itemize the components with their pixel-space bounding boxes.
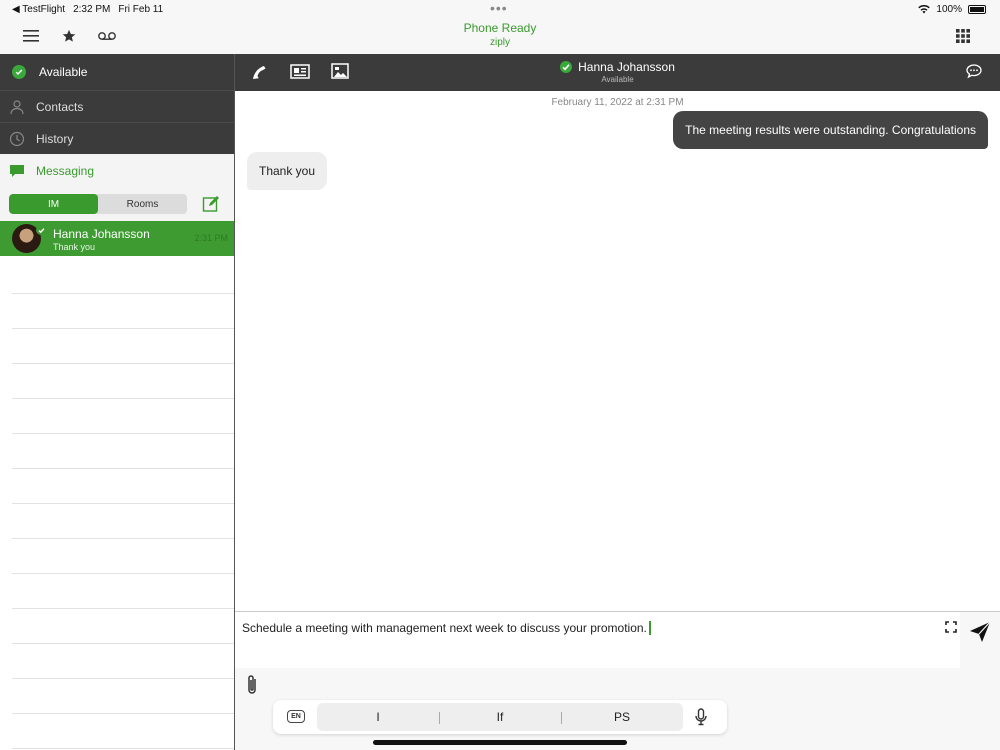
app-status-title: Phone Ready	[463, 21, 537, 35]
status-bar: ◀ TestFlight 2:32 PM Fri Feb 11 ••• 100%	[0, 0, 1000, 18]
conversation-time: 2:31 PM	[194, 233, 228, 243]
wifi-icon	[918, 5, 931, 14]
back-to-app-link[interactable]: ◀ TestFlight	[12, 4, 65, 15]
segment-im[interactable]: IM	[9, 194, 98, 214]
empty-conversation-list	[12, 259, 234, 749]
list-item	[12, 609, 234, 644]
top-bar: Phone Ready ziply	[0, 18, 1000, 54]
peer-online-check-icon	[560, 61, 573, 73]
chat-peer: Hanna Johansson	[235, 60, 1000, 74]
list-item	[12, 574, 234, 609]
presence-check-icon	[12, 65, 26, 79]
suggestion-item[interactable]: I	[317, 710, 439, 724]
suggestion-item[interactable]: If	[439, 710, 561, 724]
list-item	[12, 399, 234, 434]
conversation-item-hanna-johansson[interactable]: Hanna Johansson Thank you 2:31 PM	[0, 221, 234, 256]
message-input[interactable]: Schedule a meeting with management next …	[235, 612, 960, 668]
list-item	[12, 644, 234, 679]
quicktype-bar: EN I If PS	[273, 700, 727, 734]
keyboard-language-icon[interactable]: EN	[287, 710, 305, 723]
microphone-icon[interactable]	[694, 708, 710, 726]
compose-new-message-icon[interactable]	[202, 195, 220, 213]
clock-icon	[8, 130, 26, 148]
chat-transcript: February 11, 2022 at 2:31 PM The meeting…	[235, 91, 1000, 611]
battery-icon	[968, 5, 986, 14]
list-item	[12, 714, 234, 749]
suggestion-item[interactable]: PS	[561, 710, 683, 724]
message-outgoing[interactable]: The meeting results were outstanding. Co…	[673, 111, 988, 149]
chat-header: Hanna Johansson Available	[235, 54, 1000, 91]
list-item	[12, 504, 234, 539]
status-date: Fri Feb 11	[118, 4, 164, 15]
message-input-text: Schedule a meeting with management next …	[242, 621, 647, 635]
nav-item-label: Messaging	[36, 163, 95, 178]
chat-bubble-icon	[8, 162, 26, 180]
multitasking-dots[interactable]: •••	[490, 0, 508, 16]
nav-item-messaging[interactable]: Messaging	[0, 154, 234, 187]
message-composer: Schedule a meeting with management next …	[235, 611, 1000, 750]
nav-item-contacts[interactable]: Contacts	[0, 90, 234, 122]
battery-percent: 100%	[936, 4, 962, 15]
message-date-stamp: February 11, 2022 at 2:31 PM	[551, 97, 684, 108]
person-icon	[8, 98, 26, 116]
chat-peer-status: Available	[601, 75, 634, 84]
list-item	[12, 294, 234, 329]
presence-selector[interactable]: Available	[0, 54, 234, 90]
list-item	[12, 364, 234, 399]
message-incoming[interactable]: Thank you	[247, 152, 328, 190]
chat-options-icon[interactable]	[966, 63, 986, 83]
list-item	[12, 679, 234, 714]
text-cursor	[648, 621, 651, 635]
dialpad-grid-icon[interactable]	[953, 26, 973, 46]
im-rooms-segment-row: IM Rooms	[0, 187, 234, 221]
status-time: 2:32 PM	[73, 4, 111, 15]
quicktype-suggestions: I If PS	[317, 703, 683, 731]
nav-item-label: History	[36, 131, 74, 146]
list-item	[12, 329, 234, 364]
chat-peer-name: Hanna Johansson	[578, 60, 675, 74]
list-item	[12, 539, 234, 574]
left-panel: Available Contacts History Messaging IM …	[0, 54, 235, 750]
paperclip-icon[interactable]	[245, 674, 261, 696]
send-icon[interactable]	[968, 620, 992, 644]
nav-item-label: Contacts	[36, 99, 84, 114]
app-status-subtitle: ziply	[489, 37, 510, 48]
conversation-name: Hanna Johansson	[53, 227, 150, 241]
list-item	[12, 469, 234, 504]
online-check-icon	[36, 225, 46, 235]
im-rooms-segmented-control: IM Rooms	[9, 194, 187, 214]
list-item	[12, 434, 234, 469]
home-indicator[interactable]	[373, 740, 627, 745]
presence-label: Available	[39, 65, 88, 79]
expand-icon[interactable]	[945, 620, 959, 634]
conversation-preview: Thank you	[53, 242, 96, 252]
segment-rooms[interactable]: Rooms	[98, 194, 187, 214]
list-item	[12, 259, 234, 294]
nav-item-history[interactable]: History	[0, 122, 234, 154]
